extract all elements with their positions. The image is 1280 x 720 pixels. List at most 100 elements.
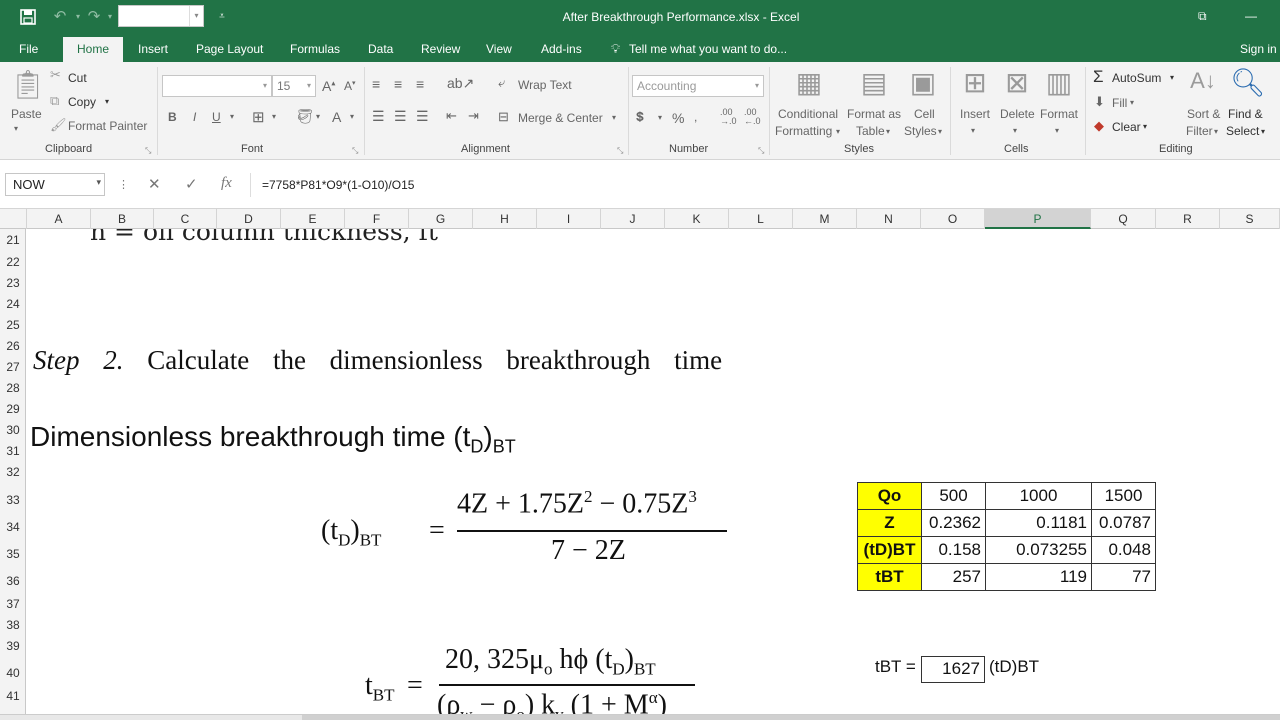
table-cell[interactable]: 0.1181 xyxy=(985,509,1092,537)
number-format-select[interactable]: Accounting ▾ xyxy=(632,75,764,97)
insert-function-icon[interactable]: fx xyxy=(221,175,232,192)
row-header[interactable]: 23 xyxy=(0,276,26,290)
cell-styles-button[interactable]: Cell xyxy=(914,107,935,121)
format-cells-button[interactable]: Format xyxy=(1040,107,1078,121)
fill-dropdown-icon[interactable]: ▾ xyxy=(1130,98,1134,107)
column-header[interactable]: L xyxy=(729,209,793,229)
tab-review[interactable]: Review xyxy=(421,42,460,56)
format-as-table-button[interactable]: Format as xyxy=(847,107,901,121)
formula-input[interactable]: =7758*P81*O9*(1-O10)/O15 xyxy=(262,178,414,192)
insert-cells-button[interactable]: Insert xyxy=(960,107,990,121)
column-header[interactable]: F xyxy=(345,209,409,229)
fill-color-dropdown-icon[interactable]: ▾ xyxy=(316,112,320,121)
row-header[interactable]: 31 xyxy=(0,444,26,458)
insert-dropdown-icon[interactable]: ▾ xyxy=(971,126,975,135)
row-header[interactable]: 30 xyxy=(0,423,26,437)
column-header[interactable]: K xyxy=(665,209,729,229)
table-cell[interactable]: 0.048 xyxy=(1091,536,1156,564)
table-cell[interactable]: 119 xyxy=(985,563,1092,591)
tbt-value-cell[interactable]: 1627 xyxy=(921,656,985,683)
font-color-dropdown-icon[interactable]: ▾ xyxy=(350,112,354,121)
row-header[interactable]: 37 xyxy=(0,597,26,611)
format-dropdown-icon[interactable]: ▾ xyxy=(1055,126,1059,135)
column-header[interactable]: S xyxy=(1220,209,1280,229)
ribbon-display-options-icon[interactable]: ⧉ xyxy=(1198,9,1207,24)
paste-button[interactable]: Paste xyxy=(11,107,42,121)
column-header[interactable]: C xyxy=(154,209,217,229)
percent-button[interactable]: % xyxy=(672,110,684,126)
table-cell[interactable]: 0.0787 xyxy=(1091,509,1156,537)
underline-dropdown-icon[interactable]: ▾ xyxy=(230,112,234,121)
format-painter-button[interactable]: Format Painter xyxy=(68,119,147,133)
tab-page-layout[interactable]: Page Layout xyxy=(196,42,263,56)
table-cell[interactable]: 77 xyxy=(1091,563,1156,591)
comma-style-icon[interactable]: , xyxy=(694,110,697,124)
column-header[interactable]: A xyxy=(27,209,91,229)
row-header[interactable]: 28 xyxy=(0,381,26,395)
fill-button[interactable]: Fill xyxy=(1112,96,1127,110)
conditional-dropdown-icon[interactable]: ▾ xyxy=(836,127,840,136)
tbt-suffix[interactable]: (tD)BT xyxy=(989,657,1039,677)
cell-styles-dropdown-icon[interactable]: ▾ xyxy=(938,127,942,136)
table-cell[interactable]: 1000 xyxy=(985,482,1092,510)
cancel-icon[interactable]: ✕ xyxy=(148,175,161,193)
table-cell[interactable]: 0.158 xyxy=(921,536,986,564)
orientation-icon[interactable]: ab↗ xyxy=(447,75,474,92)
column-header[interactable]: H xyxy=(473,209,537,229)
underline-button[interactable]: U xyxy=(212,110,221,124)
row-header[interactable]: 32 xyxy=(0,465,26,479)
copy-button[interactable]: Copy xyxy=(68,95,96,109)
currency-dropdown-icon[interactable]: ▾ xyxy=(658,113,662,122)
copy-dropdown-icon[interactable]: ▾ xyxy=(105,97,109,106)
table-label-cell[interactable]: Z xyxy=(857,509,922,537)
column-header[interactable]: D xyxy=(217,209,281,229)
tell-me-search[interactable]: Tell me what you want to do... xyxy=(629,42,787,56)
font-name-select[interactable]: ▾ xyxy=(162,75,272,97)
row-header[interactable]: 41 xyxy=(0,689,26,703)
increase-indent-icon[interactable]: ⇥ xyxy=(468,108,479,124)
table-cell[interactable]: 1500 xyxy=(1091,482,1156,510)
wrap-text-button[interactable]: Wrap Text xyxy=(518,78,572,92)
shrink-font-icon[interactable]: A▾ xyxy=(344,79,356,93)
middle-align-icon[interactable]: ≡ xyxy=(394,76,402,92)
row-header[interactable]: 25 xyxy=(0,318,26,332)
table-label-cell[interactable]: Qo xyxy=(857,482,922,510)
merge-dropdown-icon[interactable]: ▾ xyxy=(612,113,616,122)
table-label-cell[interactable]: (tD)BT xyxy=(857,536,922,564)
alignment-launcher-icon[interactable]: ⤡ xyxy=(617,146,623,156)
name-box[interactable]: NOW ▾ xyxy=(5,173,105,196)
decrease-indent-icon[interactable]: ⇤ xyxy=(446,108,457,124)
clipboard-launcher-icon[interactable]: ⤡ xyxy=(145,146,151,156)
paste-dropdown-icon[interactable]: ▾ xyxy=(14,124,18,133)
worksheet[interactable]: h = oil column thickness, ft Step 2. Cal… xyxy=(27,229,1280,720)
row-header[interactable]: 39 xyxy=(0,639,26,653)
delete-cells-button[interactable]: Delete xyxy=(1000,107,1035,121)
column-header[interactable]: E xyxy=(281,209,345,229)
align-center-icon[interactable]: ☰ xyxy=(394,108,407,125)
column-header[interactable]: O xyxy=(921,209,985,229)
currency-icon[interactable]: 💲︎ xyxy=(636,109,644,125)
borders-icon[interactable]: ⊞ xyxy=(252,108,265,126)
column-header-selected[interactable]: P xyxy=(985,209,1091,229)
find-dropdown-icon[interactable]: ▾ xyxy=(1261,127,1265,136)
cut-button[interactable]: Cut xyxy=(68,71,87,85)
tab-file[interactable]: File xyxy=(19,42,38,56)
column-header[interactable]: B xyxy=(91,209,154,229)
align-left-icon[interactable]: ☰ xyxy=(372,108,385,125)
row-header[interactable]: 33 xyxy=(0,493,26,507)
tab-formulas[interactable]: Formulas xyxy=(290,42,340,56)
tab-add-ins[interactable]: Add-ins xyxy=(541,42,582,56)
fill-color-icon[interactable]: 🪣︎ xyxy=(296,108,314,125)
bottom-align-icon[interactable]: ≡ xyxy=(416,76,424,92)
format-as-table-dropdown-icon[interactable]: ▾ xyxy=(886,127,890,136)
sort-filter-dropdown-icon[interactable]: ▾ xyxy=(1214,127,1218,136)
row-header[interactable]: 27 xyxy=(0,360,26,374)
column-header[interactable]: Q xyxy=(1091,209,1156,229)
clear-dropdown-icon[interactable]: ▾ xyxy=(1143,122,1147,131)
minimize-icon[interactable]: — xyxy=(1245,9,1257,23)
increase-decimal-icon[interactable]: .00 →.0 xyxy=(720,108,737,126)
row-header[interactable]: 29 xyxy=(0,402,26,416)
bold-button[interactable]: B xyxy=(168,110,177,124)
table-cell[interactable]: 0.2362 xyxy=(921,509,986,537)
column-header[interactable]: N xyxy=(857,209,921,229)
